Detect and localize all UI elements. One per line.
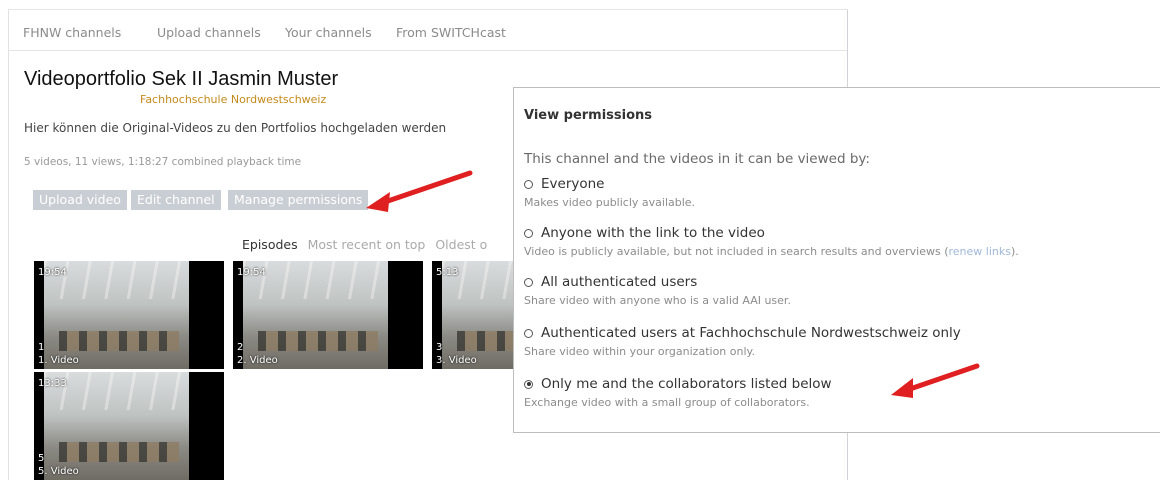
video-number: 2 bbox=[237, 342, 244, 353]
permission-radio-link[interactable]: Anyone with the link to the video bbox=[524, 225, 1019, 241]
permission-description: Share video within your organization onl… bbox=[524, 345, 755, 358]
video-title: 3. Video bbox=[436, 355, 477, 366]
sort-bar: Episodes Most recent on top Oldest o bbox=[242, 237, 493, 252]
permission-radio-organization[interactable]: Authenticated users at Fachhochschule No… bbox=[524, 325, 961, 341]
renew-links-link[interactable]: renew links bbox=[949, 245, 1011, 258]
permission-radio-authenticated[interactable]: All authenticated users bbox=[524, 274, 791, 290]
video-duration: 13:33 bbox=[38, 378, 67, 389]
red-arrow-icon bbox=[891, 363, 980, 398]
upload-video-button[interactable]: Upload video bbox=[33, 190, 127, 210]
tab-fhnw-channels[interactable]: FHNW channels bbox=[23, 25, 121, 40]
permission-description-text: Video is publicly available, but not inc… bbox=[524, 245, 949, 258]
permission-description: Video is publicly available, but not inc… bbox=[524, 245, 1019, 258]
channel-tabs: FHNW channels Upload channels Your chann… bbox=[9, 10, 847, 51]
permission-label: Everyone bbox=[541, 176, 605, 192]
video-duration: 5:13 bbox=[436, 267, 459, 278]
permission-label: All authenticated users bbox=[541, 274, 698, 290]
permission-label: Authenticated users at Fachhochschule No… bbox=[541, 325, 961, 341]
page-title: Videoportfolio Sek II Jasmin Muster bbox=[24, 68, 339, 90]
sort-oldest[interactable]: Oldest o bbox=[435, 237, 487, 252]
sort-most-recent[interactable]: Most recent on top bbox=[308, 237, 426, 252]
channel-description: Hier können die Original-Videos zu den P… bbox=[24, 121, 447, 135]
video-thumbnail[interactable]: 13:33 5 5. Video bbox=[34, 372, 224, 480]
permission-label: Anyone with the link to the video bbox=[541, 225, 765, 241]
permission-description: Share video with anyone who is a valid A… bbox=[524, 294, 791, 307]
sort-episodes[interactable]: Episodes bbox=[242, 237, 298, 252]
tab-your-channels[interactable]: Your channels bbox=[285, 25, 372, 40]
video-title: 1. Video bbox=[38, 355, 79, 366]
radio-unchecked-icon bbox=[524, 228, 533, 238]
video-number: 5 bbox=[38, 453, 45, 464]
permission-option-organization: Authenticated users at Fachhochschule No… bbox=[524, 325, 961, 358]
tab-upload-channels[interactable]: Upload channels bbox=[157, 25, 261, 40]
video-duration: 19:54 bbox=[237, 267, 266, 278]
permission-radio-collaborators[interactable]: Only me and the collaborators listed bel… bbox=[524, 376, 832, 392]
organization-name: Fachhochschule Nordwestschweiz bbox=[140, 93, 327, 106]
video-title: 5. Video bbox=[38, 466, 79, 477]
radio-unchecked-icon bbox=[524, 179, 533, 189]
permissions-intro: This channel and the videos in it can be… bbox=[524, 151, 870, 167]
video-number: 3 bbox=[436, 342, 443, 353]
permission-option-link: Anyone with the link to the video Video … bbox=[524, 225, 1019, 258]
video-thumbnail[interactable]: 5:13 3 3. Video bbox=[432, 261, 513, 369]
permission-description-suffix: ). bbox=[1010, 245, 1019, 258]
video-thumbnail[interactable]: 19:54 1 1. Video bbox=[34, 261, 224, 369]
radio-unchecked-icon bbox=[524, 328, 533, 338]
view-permissions-panel: View permissions This channel and the vi… bbox=[513, 87, 1160, 433]
permission-description: Makes video publicly available. bbox=[524, 196, 696, 209]
tab-from-switchcast[interactable]: From SWITCHcast bbox=[396, 25, 506, 40]
manage-permissions-button[interactable]: Manage permissions bbox=[228, 190, 369, 210]
permission-option-collaborators: Only me and the collaborators listed bel… bbox=[524, 376, 832, 409]
radio-checked-icon bbox=[524, 379, 533, 389]
permissions-title: View permissions bbox=[524, 108, 653, 123]
channel-stats: 5 videos, 11 views, 1:18:27 combined pla… bbox=[24, 156, 302, 168]
red-arrow-icon bbox=[366, 170, 473, 212]
video-thumbnail[interactable]: 19:54 2 2. Video bbox=[233, 261, 423, 369]
permission-option-everyone: Everyone Makes video publicly available. bbox=[524, 176, 695, 209]
permission-label: Only me and the collaborators listed bel… bbox=[541, 376, 832, 392]
edit-channel-button[interactable]: Edit channel bbox=[131, 190, 221, 210]
radio-unchecked-icon bbox=[524, 277, 533, 287]
permission-radio-everyone[interactable]: Everyone bbox=[524, 176, 695, 192]
permission-description: Exchange video with a small group of col… bbox=[524, 396, 810, 409]
video-duration: 19:54 bbox=[38, 267, 67, 278]
video-number: 1 bbox=[38, 342, 45, 353]
permission-option-authenticated: All authenticated users Share video with… bbox=[524, 274, 791, 307]
video-title: 2. Video bbox=[237, 355, 278, 366]
